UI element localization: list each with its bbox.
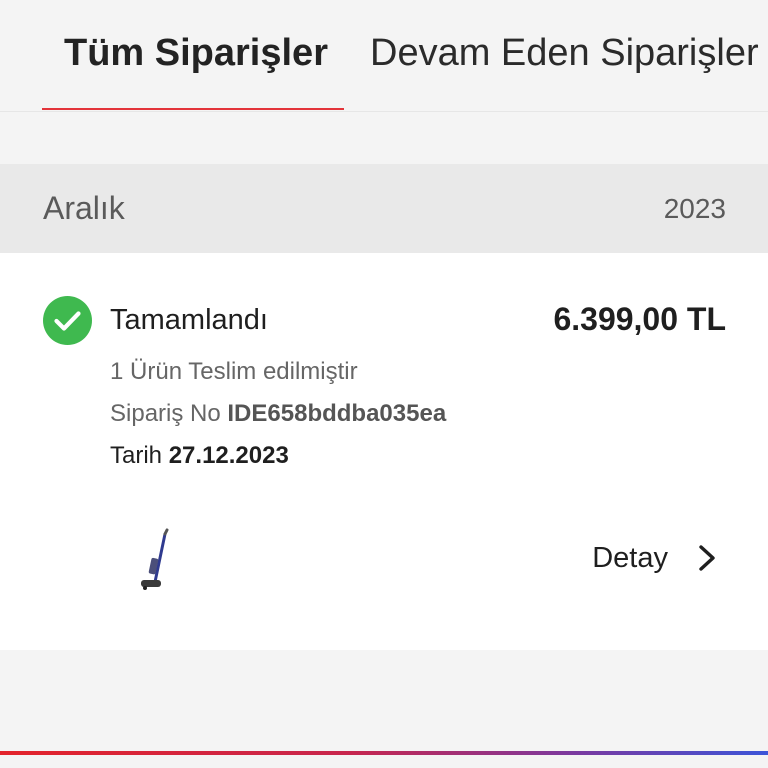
delivery-info: 1 Ürün Teslim edilmiştir <box>110 358 358 385</box>
orders-page: Tüm Siparişler Devam Eden Siparişler Ara… <box>0 0 768 768</box>
order-card[interactable]: Tamamlandı 6.399,00 TL 1 Ürün Teslim edi… <box>0 253 768 650</box>
detail-label: Detay <box>592 542 668 574</box>
order-price: 6.399,00 TL <box>553 301 726 337</box>
bottom-gradient-bar <box>0 751 768 755</box>
active-tab-indicator <box>42 108 344 110</box>
month-group-header: Aralık 2023 <box>0 164 768 253</box>
tab-all-orders[interactable]: Tüm Siparişler <box>64 30 328 76</box>
order-tabs: Tüm Siparişler Devam Eden Siparişler <box>0 0 768 112</box>
order-number-value: IDE658bddba035ea <box>227 400 447 427</box>
order-number-label: Sipariş No <box>110 400 221 427</box>
stick-vacuum-image <box>141 528 169 590</box>
order-date-label: Tarih <box>110 442 163 469</box>
month-label: Aralık <box>43 190 125 226</box>
order-date-row: Tarih 27.12.2023 <box>110 441 289 471</box>
order-number-row: Sipariş No IDE658bddba035ea <box>110 399 446 429</box>
year-label: 2023 <box>663 193 726 224</box>
tab-ongoing-orders[interactable]: Devam Eden Siparişler <box>370 30 759 76</box>
chevron-right-icon <box>699 545 715 571</box>
detail-button[interactable]: Detay <box>592 536 716 580</box>
check-circle-icon <box>43 296 92 345</box>
product-thumbnail[interactable] <box>105 516 201 612</box>
order-date-value: 27.12.2023 <box>168 442 289 469</box>
order-status: Tamamlandı <box>110 304 268 336</box>
